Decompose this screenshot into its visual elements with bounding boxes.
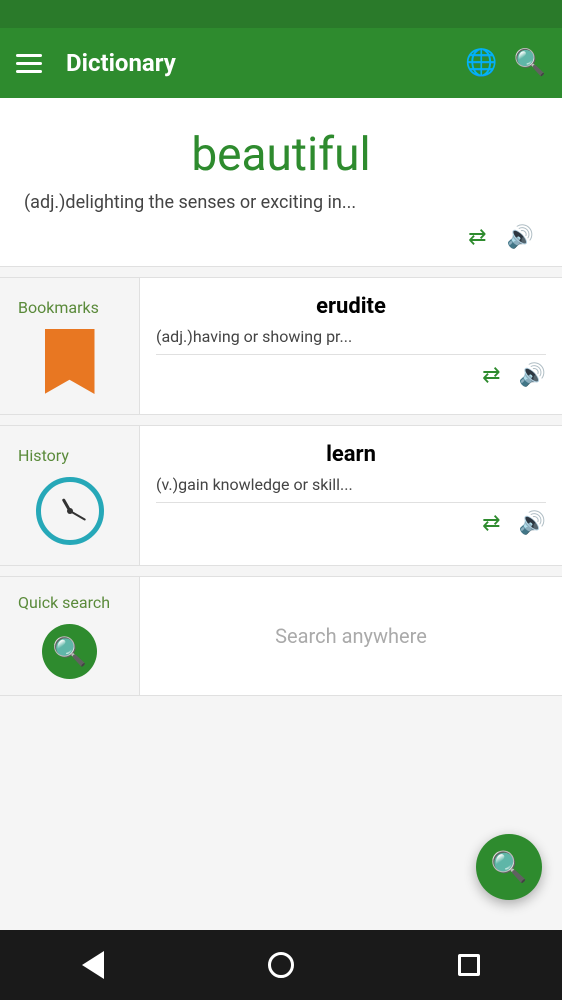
fab-search-icon: 🔍: [490, 850, 527, 885]
bookmark-icon[interactable]: [45, 329, 95, 394]
bookmarks-content: erudite (adj.)having or showing pr... 🔊: [140, 278, 562, 414]
home-button[interactable]: [268, 952, 294, 978]
search-icon[interactable]: 🔍: [514, 48, 546, 78]
bookmarks-panel: Bookmarks: [0, 278, 140, 414]
bookmarks-shuffle-icon[interactable]: [482, 363, 500, 388]
main-word: beautiful: [20, 128, 542, 182]
bookmarks-volume-icon[interactable]: 🔊: [519, 363, 546, 388]
history-definition: (v.)gain knowledge or skill...: [156, 475, 546, 503]
bookmarks-word: erudite: [156, 294, 546, 319]
main-word-actions: 🔊: [20, 225, 542, 250]
toolbar: Dictionary 🌐 🔍: [0, 28, 562, 98]
menu-button[interactable]: [16, 54, 42, 73]
back-icon: [82, 951, 104, 979]
quick-search-card: Quick search 🔍 Search anywhere: [0, 576, 562, 696]
globe-icon[interactable]: 🌐: [465, 48, 497, 78]
bookmarks-definition: (adj.)having or showing pr...: [156, 327, 546, 355]
quick-search-button[interactable]: 🔍: [42, 624, 97, 679]
bookmarks-actions: 🔊: [156, 355, 546, 388]
main-word-area: beautiful (adj.)delighting the senses or…: [0, 98, 562, 267]
clock-icon[interactable]: [36, 477, 104, 545]
status-bar: [0, 0, 562, 28]
history-volume-icon[interactable]: 🔊: [519, 511, 546, 536]
recents-icon: [458, 954, 480, 976]
history-actions: 🔊: [156, 503, 546, 536]
clock-center: [67, 508, 73, 514]
recents-button[interactable]: [458, 954, 480, 976]
shuffle-icon[interactable]: [468, 225, 486, 250]
bottom-navigation: [0, 930, 562, 1000]
quick-search-icon: 🔍: [52, 635, 87, 668]
bookmarks-card: Bookmarks erudite (adj.)having or showin…: [0, 277, 562, 415]
quick-search-placeholder: Search anywhere: [275, 624, 427, 648]
quick-search-panel: Quick search 🔍: [0, 577, 140, 695]
history-word: learn: [156, 442, 546, 467]
app-title: Dictionary: [66, 49, 449, 77]
volume-icon[interactable]: 🔊: [507, 225, 534, 250]
home-icon: [268, 952, 294, 978]
quick-search-label: Quick search: [10, 593, 110, 612]
history-panel: History: [0, 426, 140, 565]
history-content: learn (v.)gain knowledge or skill... 🔊: [140, 426, 562, 565]
back-button[interactable]: [82, 951, 104, 979]
main-definition: (adj.)delighting the senses or exciting …: [20, 192, 542, 213]
fab-search-button[interactable]: 🔍: [476, 834, 542, 900]
history-shuffle-icon[interactable]: [482, 511, 500, 536]
clock-face: [50, 491, 90, 531]
history-label: History: [10, 446, 69, 465]
quick-search-input-area[interactable]: Search anywhere: [140, 577, 562, 695]
bookmarks-label: Bookmarks: [10, 298, 99, 317]
history-card: History learn (v.)gain knowledge or skil…: [0, 425, 562, 566]
